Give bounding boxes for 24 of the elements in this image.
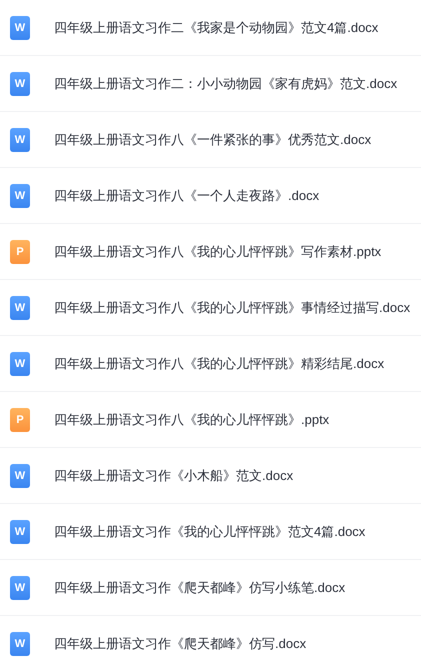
file-name[interactable]: 四年级上册语文习作二：小小动物园《家有虎妈》范文.docx [54,74,398,92]
file-icon: W [10,128,30,152]
file-icon: W [10,464,30,488]
file-icon: W [10,184,30,208]
file-icon: W [10,296,30,320]
file-icon: W [10,520,30,544]
file-name[interactable]: 四年级上册语文习作《爬天都峰》仿写小练笔.docx [54,578,346,596]
file-icon: W [10,16,30,40]
file-name[interactable]: 四年级上册语文习作八《我的心儿怦怦跳》精彩结尾.docx [54,354,384,372]
file-name[interactable]: 四年级上册语文习作八《我的心儿怦怦跳》事情经过描写.docx [54,298,410,316]
file-icon: W [10,72,30,96]
file-name[interactable]: 四年级上册语文习作八《一件紧张的事》优秀范文.docx [54,130,372,148]
file-name[interactable]: 四年级上册语文习作二《我家是个动物园》范文4篇.docx [54,18,378,36]
file-name[interactable]: 四年级上册语文习作八《一个人走夜路》.docx [54,186,320,204]
file-name[interactable]: 四年级上册语文习作《小木船》范文.docx [54,466,294,484]
file-icon: W [10,632,30,656]
file-icon: W [10,576,30,600]
file-icon: P [10,408,30,432]
file-icon: P [10,240,30,264]
file-name[interactable]: 四年级上册语文习作《爬天都峰》仿写.docx [54,634,306,652]
file-name[interactable]: 四年级上册语文习作《我的心儿怦怦跳》范文4篇.docx [54,522,366,540]
file-icon: W [10,352,30,376]
file-name[interactable]: 四年级上册语文习作八《我的心儿怦怦跳》.pptx [54,410,330,428]
file-name[interactable]: 四年级上册语文习作八《我的心儿怦怦跳》写作素材.pptx [54,242,382,260]
